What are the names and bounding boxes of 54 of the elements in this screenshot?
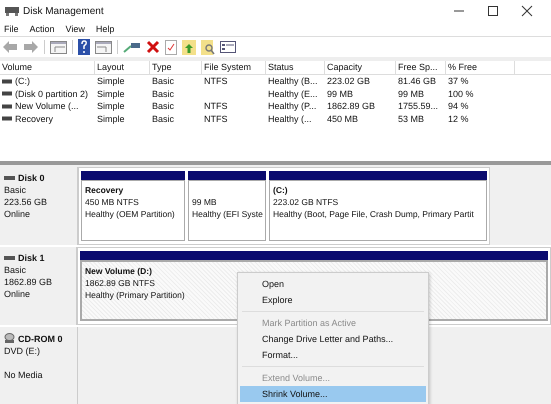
- partition-name: (C:): [273, 185, 288, 195]
- disk-status: Online: [4, 209, 32, 219]
- table-cell: 53 MB: [398, 114, 424, 124]
- table-cell: 81.46 GB: [398, 76, 436, 86]
- table-cell: 99 MB: [398, 88, 424, 99]
- table-cell: Healthy (B...: [268, 76, 318, 86]
- partition-size: 223.02 GB NTFS: [273, 197, 338, 207]
- table-cell: (Disk 0 partition 2): [15, 88, 88, 99]
- table-cell: 223.02 GB: [327, 76, 370, 86]
- disk-status: No Media: [4, 370, 44, 380]
- partition-name: Recovery: [85, 185, 124, 195]
- table-cell: Healthy (E...: [268, 88, 318, 99]
- table-cell: New Volume (...: [15, 101, 79, 112]
- table-cell: Healthy (P...: [268, 101, 316, 112]
- partition-status: Healthy (Primary Partition): [85, 290, 185, 300]
- disk-type: Basic: [4, 185, 28, 195]
- table-cell: 1862.89 GB: [327, 101, 376, 112]
- table-cell: (C:): [15, 76, 30, 86]
- table-cell: Basic: [152, 101, 174, 112]
- partition-size: 99 MB: [192, 197, 217, 207]
- table-cell: 12 %: [448, 114, 469, 124]
- table-cell: Basic: [152, 88, 174, 99]
- table-cell: NTFS: [204, 76, 228, 86]
- partition-name: New Volume (D:): [85, 266, 152, 276]
- table-cell: 1755.59...: [398, 101, 438, 112]
- disk-size: 1862.89 GB: [4, 277, 54, 287]
- table-cell: Simple: [97, 88, 125, 99]
- partition-status: Healthy (OEM Partition): [85, 209, 175, 219]
- table-cell: Basic: [152, 114, 174, 124]
- partition-size: 450 MB NTFS: [85, 197, 139, 207]
- disk-name: Disk 0: [18, 173, 45, 183]
- table-cell: Simple: [97, 114, 125, 124]
- table-cell: 99 MB: [327, 88, 354, 99]
- partition-status: Healthy (EFI Syste: [192, 209, 263, 219]
- disk-type: DVD (E:): [4, 346, 41, 356]
- table-cell: Basic: [152, 76, 174, 86]
- disk-type: Basic: [4, 265, 28, 275]
- table-cell: 100 %: [448, 88, 474, 99]
- disk-status: Online: [4, 289, 32, 299]
- table-cell: NTFS: [204, 101, 228, 112]
- table-cell: 450 MB: [327, 114, 358, 124]
- table-cell: Simple: [97, 101, 125, 112]
- partition-size: 1862.89 GB NTFS: [85, 278, 155, 288]
- disk-name: CD-ROM 0: [18, 334, 62, 344]
- disk-name: Disk 1: [18, 253, 45, 263]
- table-cell: 94 %: [448, 101, 469, 112]
- table-cell: NTFS: [204, 114, 228, 124]
- table-cell: Recovery: [15, 114, 54, 124]
- table-cell: Simple: [97, 76, 125, 86]
- partition-status: Healthy (Boot, Page File, Crash Dump, Primary Partit: [273, 209, 474, 219]
- disk-size: 223.56 GB: [4, 197, 48, 207]
- table-cell: Healthy (...: [268, 114, 312, 124]
- window-title: Disk Management: [23, 6, 104, 16]
- table-cell: 37 %: [448, 76, 469, 86]
